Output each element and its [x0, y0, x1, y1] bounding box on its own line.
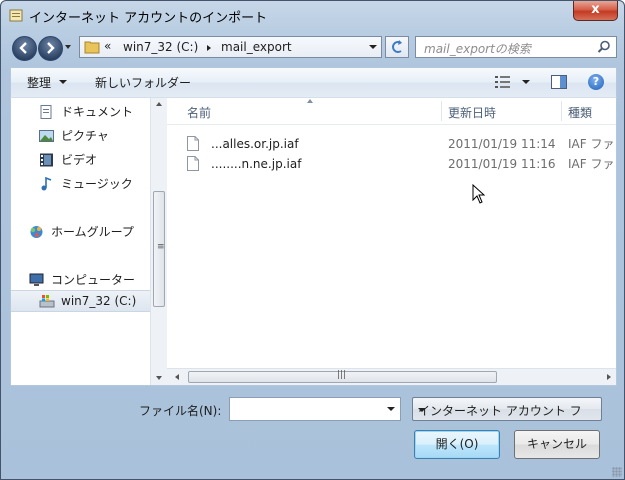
- column-header-date[interactable]: 更新日時: [448, 104, 496, 121]
- file-type: IAF ファ: [568, 137, 615, 151]
- breadcrumb-overflow[interactable]: «: [104, 39, 111, 53]
- browser-panes: ドキュメント ピクチャ ビデオ ミュージック ホームグループ コンピューター w…: [10, 97, 617, 386]
- file-type-filter[interactable]: インターネット アカウント フ: [412, 397, 602, 421]
- refresh-button[interactable]: [385, 36, 409, 58]
- nav-item-label: ミュージック: [61, 177, 133, 191]
- back-button[interactable]: [12, 36, 37, 61]
- column-divider[interactable]: [441, 101, 442, 121]
- scroll-thumb[interactable]: ≡: [153, 191, 165, 307]
- file-name: ...alles.or.jp.iaf: [211, 137, 299, 151]
- column-divider[interactable]: [561, 101, 562, 121]
- nav-item-drive[interactable]: win7_32 (C:): [11, 290, 150, 312]
- chevron-down-icon[interactable]: [369, 45, 377, 49]
- refresh-icon: [392, 40, 402, 53]
- help-icon[interactable]: ?: [588, 74, 604, 90]
- grip-icon: |||: [337, 370, 347, 380]
- new-folder-button[interactable]: 新しいフォルダー: [95, 74, 191, 91]
- grip-icon: ≡: [157, 242, 165, 252]
- scroll-left-icon[interactable]: [175, 374, 179, 380]
- nav-item-label: ホームグループ: [51, 225, 134, 239]
- computer-icon: [29, 273, 44, 286]
- file-icon: [187, 156, 199, 171]
- close-button[interactable]: x: [573, 1, 618, 21]
- scroll-right-icon[interactable]: [607, 374, 611, 380]
- video-icon: [40, 153, 53, 167]
- folder-icon: [84, 41, 100, 54]
- scroll-down-icon[interactable]: [156, 376, 162, 380]
- address-bar[interactable]: « win7_32 (C:) mail_export: [79, 36, 382, 58]
- back-arrow-icon: [19, 42, 27, 54]
- column-header-row: 名前 更新日時 種類: [167, 98, 616, 125]
- search-input[interactable]: mail_exportの検索: [424, 40, 531, 57]
- file-type: IAF ファ: [568, 157, 615, 171]
- resize-grip-icon[interactable]: [612, 467, 622, 477]
- table-row[interactable]: ........n.ne.jp.iaf 2011/01/19 11:16 IAF…: [183, 155, 615, 173]
- scroll-thumb[interactable]: |||: [188, 370, 497, 383]
- column-header-type[interactable]: 種類: [568, 104, 592, 121]
- homegroup-icon: [30, 226, 43, 238]
- picture-icon: [39, 130, 54, 142]
- file-list: 名前 更新日時 種類 ...alles.or.jp.iaf 2011/01/19…: [167, 98, 616, 385]
- organize-button[interactable]: 整理: [27, 74, 51, 91]
- filter-value: インターネット アカウント フ: [418, 404, 582, 418]
- view-options-icon[interactable]: [495, 76, 511, 88]
- chevron-down-icon[interactable]: [387, 407, 395, 411]
- document-icon: [40, 105, 52, 119]
- navigation-row: « win7_32 (C:) mail_export mail_exportの検…: [1, 31, 624, 64]
- nav-item-label: ビデオ: [61, 153, 98, 167]
- sort-ascending-icon: [307, 99, 313, 103]
- app-icon: [9, 9, 23, 22]
- command-bar: 整理 新しいフォルダー ?: [10, 67, 617, 97]
- filename-label: ファイル名(N):: [139, 404, 222, 418]
- nav-item-label: win7_32 (C:): [61, 294, 137, 308]
- import-dialog: インターネット アカウントのインポート x « win7_32 (C:) mai…: [0, 0, 625, 480]
- chevron-down-icon[interactable]: [418, 408, 426, 412]
- drive-icon: [39, 295, 55, 308]
- forward-arrow-icon: [47, 42, 55, 54]
- mouse-cursor-icon: [472, 184, 486, 204]
- scroll-up-icon[interactable]: [156, 102, 162, 106]
- file-date: 2011/01/19 11:16: [448, 157, 556, 171]
- preview-pane-icon[interactable]: [551, 75, 567, 89]
- file-date: 2011/01/19 11:14: [448, 137, 556, 151]
- cancel-button[interactable]: キャンセル: [514, 430, 600, 459]
- search-icon[interactable]: [597, 40, 611, 54]
- nav-item-label: コンピューター: [51, 273, 136, 287]
- window-title: インターネット アカウントのインポート: [29, 11, 268, 26]
- forward-button[interactable]: [38, 36, 63, 61]
- breadcrumb-drive[interactable]: win7_32 (C:): [123, 40, 198, 54]
- nav-scrollbar[interactable]: ≡: [150, 98, 167, 385]
- file-icon: [187, 136, 199, 151]
- file-list-scrollbar[interactable]: |||: [167, 368, 616, 385]
- music-icon: [41, 177, 52, 191]
- chevron-right-icon[interactable]: [207, 45, 211, 51]
- chevron-down-icon[interactable]: [59, 80, 67, 84]
- table-row[interactable]: ...alles.or.jp.iaf 2011/01/19 11:14 IAF …: [183, 135, 615, 153]
- nav-item-label: ピクチャ: [61, 129, 109, 143]
- recent-pages-dropdown[interactable]: [65, 45, 71, 49]
- title-bar: インターネット アカウントのインポート x: [1, 1, 624, 31]
- nav-item-label: ドキュメント: [61, 105, 134, 119]
- search-box[interactable]: mail_exportの検索: [415, 36, 617, 58]
- navigation-pane: ドキュメント ピクチャ ビデオ ミュージック ホームグループ コンピューター w…: [11, 98, 150, 385]
- breadcrumb-folder[interactable]: mail_export: [221, 40, 292, 54]
- chevron-down-icon[interactable]: [522, 80, 530, 84]
- filename-field[interactable]: [229, 397, 401, 421]
- file-name: ........n.ne.jp.iaf: [211, 157, 302, 171]
- column-header-name[interactable]: 名前: [187, 104, 211, 121]
- open-button[interactable]: 開く(O): [414, 430, 500, 459]
